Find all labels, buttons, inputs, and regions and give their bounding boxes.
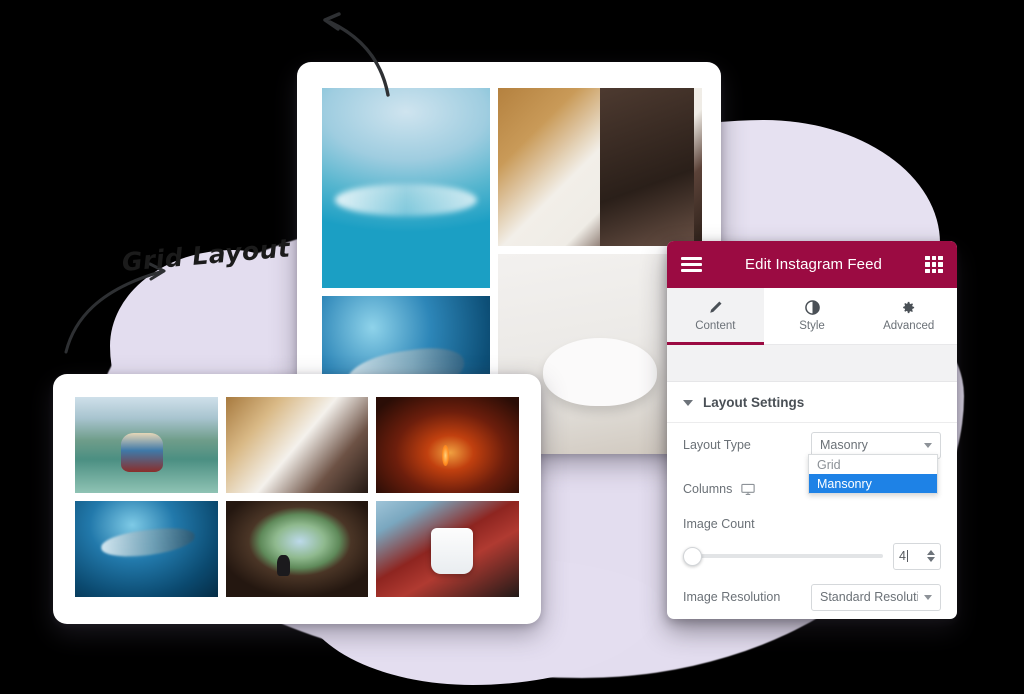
field-layout-type: Layout Type Masonry Grid Mansonry: [667, 423, 957, 494]
tab-advanced[interactable]: Advanced: [860, 288, 957, 344]
screenshot-stage: Edit Instagram Feed Content Style Advanc…: [0, 0, 1024, 694]
monitor-icon[interactable]: [741, 483, 756, 496]
chevron-down-icon: [924, 442, 932, 448]
image-resolution-value: Standard Resolutio: [820, 590, 918, 604]
layout-settings-section-header[interactable]: Layout Settings: [667, 382, 957, 423]
image-count-value: 4: [899, 549, 927, 563]
tab-style-label: Style: [799, 320, 825, 332]
tab-advanced-label: Advanced: [883, 320, 935, 332]
dropdown-option-grid[interactable]: Grid: [809, 455, 937, 474]
chevron-down-icon: [924, 594, 932, 600]
grid-photo-grid: [75, 397, 519, 597]
image-count-stepper[interactable]: 4: [893, 542, 941, 570]
grid-layout-preview-card: [53, 374, 541, 624]
field-image-resolution: Image Resolution Standard Resolutio: [667, 575, 957, 619]
layout-type-dropdown-list[interactable]: Grid Mansonry: [808, 454, 938, 494]
layout-type-label: Layout Type: [683, 438, 751, 452]
tab-style[interactable]: Style: [763, 288, 861, 344]
section-spacer-bar: [667, 345, 957, 382]
grid-icon[interactable]: [925, 255, 943, 274]
grid-photo-dolphins: [75, 501, 218, 597]
grid-photo-cave: [376, 397, 519, 493]
layout-settings-title: Layout Settings: [703, 395, 805, 410]
image-count-label: Image Count: [683, 517, 755, 531]
image-count-slider[interactable]: [683, 546, 883, 566]
caret-down-icon: [683, 399, 693, 406]
panel-title: Edit Instagram Feed: [745, 256, 882, 273]
image-resolution-control: Standard Resolutio: [811, 583, 941, 611]
image-resolution-label: Image Resolution: [683, 590, 781, 604]
gear-icon: [901, 300, 916, 315]
field-image-count-label-row: Image Count: [667, 511, 957, 537]
contrast-icon: [804, 300, 820, 315]
arrowhead-up-left: [323, 12, 341, 31]
hamburger-icon[interactable]: [681, 257, 702, 272]
panel-header: Edit Instagram Feed: [667, 241, 957, 288]
columns-label: Columns: [683, 482, 733, 496]
grid-photo-pottery: [225, 397, 369, 493]
layout-type-value: Masonry: [820, 438, 868, 452]
slider-handle[interactable]: [683, 546, 702, 566]
edit-instagram-feed-panel: Edit Instagram Feed Content Style Advanc…: [667, 241, 957, 619]
tab-content-label: Content: [695, 320, 736, 332]
masonry-photo-painter: [498, 88, 702, 246]
grid-photo-mug: [376, 501, 519, 597]
panel-tabbar: Content Style Advanced: [667, 288, 957, 345]
pencil-icon: [708, 300, 723, 315]
slider-track: [683, 554, 883, 558]
image-resolution-select[interactable]: Standard Resolutio: [811, 583, 941, 611]
dropdown-option-mansonry[interactable]: Mansonry: [809, 474, 937, 493]
masonry-photo-surfers: [322, 88, 490, 288]
field-image-count-controls: 4: [667, 537, 957, 575]
grid-photo-canoe: [75, 397, 218, 493]
grid-photo-hiker: [225, 501, 369, 597]
tab-content[interactable]: Content: [667, 288, 764, 345]
stepper-arrows-icon[interactable]: [927, 550, 935, 562]
